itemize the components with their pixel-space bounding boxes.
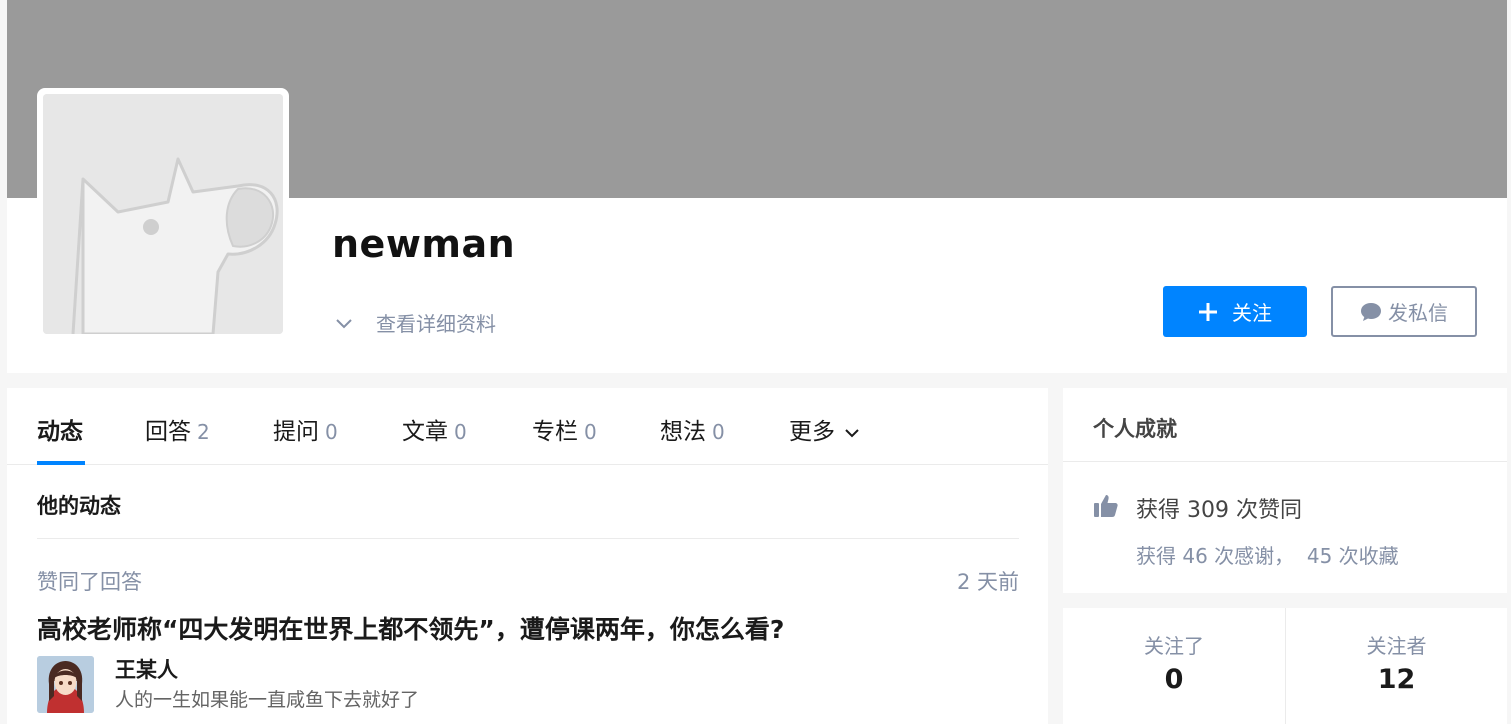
achievements-title: 个人成就 bbox=[1093, 417, 1177, 441]
question-title-link[interactable]: 高校老师称“四大发明在世界上都不领先”，遭停课两年，你怎么看? bbox=[37, 610, 784, 646]
chevron-down-icon bbox=[336, 318, 352, 328]
profile-tabs: 动态 回答 2 提问 0 文章 0 专栏 0 想法 0 更多 bbox=[7, 388, 1048, 465]
follow-button-label: 关注 bbox=[1232, 301, 1272, 325]
tab-label: 文章 bbox=[402, 419, 448, 445]
followers-label: 关注者 bbox=[1366, 634, 1427, 658]
send-message-button[interactable]: 发私信 bbox=[1331, 286, 1477, 337]
tab-count: 0 bbox=[325, 420, 338, 444]
view-details-link[interactable]: 查看详细资料 bbox=[334, 308, 496, 337]
tab-label: 提问 bbox=[273, 419, 319, 445]
default-avatar-image bbox=[43, 94, 283, 334]
achievements-panel: 个人成就 获得 309 次赞同 获得 46 次感谢， 45 次收藏 bbox=[1063, 388, 1507, 593]
followers-stat[interactable]: 关注者 12 bbox=[1285, 608, 1507, 724]
following-label: 关注了 bbox=[1144, 634, 1204, 658]
tab-activity[interactable]: 动态 bbox=[37, 412, 83, 446]
profile-username: newman bbox=[332, 222, 516, 266]
anime-avatar-icon bbox=[37, 656, 94, 713]
tab-answers[interactable]: 回答 2 bbox=[145, 412, 210, 446]
feed-panel: 动态 回答 2 提问 0 文章 0 专栏 0 想法 0 更多 他的动态 赞同了回答 2 天… bbox=[7, 388, 1048, 724]
active-tab-indicator bbox=[37, 461, 85, 465]
thumbs-up-icon bbox=[1094, 495, 1118, 517]
divider bbox=[1063, 461, 1507, 462]
tab-questions[interactable]: 提问 0 bbox=[273, 412, 338, 446]
tab-count: 0 bbox=[454, 420, 467, 444]
follow-stats-panel: 关注了 0 关注者 12 bbox=[1063, 608, 1507, 724]
tab-articles[interactable]: 文章 0 bbox=[402, 412, 467, 446]
activity-type: 赞同了回答 bbox=[37, 570, 142, 594]
divider bbox=[37, 538, 1019, 539]
thanks-and-favorites: 获得 46 次感谢， 45 次收藏 bbox=[1136, 544, 1399, 568]
tab-more[interactable]: 更多 bbox=[789, 412, 860, 446]
following-count: 0 bbox=[1164, 664, 1184, 695]
tab-count: 0 bbox=[584, 420, 597, 444]
following-stat[interactable]: 关注了 0 bbox=[1063, 608, 1285, 724]
follow-button[interactable]: 关注 bbox=[1163, 286, 1307, 337]
feed-section-title: 他的动态 bbox=[37, 494, 121, 518]
tab-label: 回答 bbox=[145, 419, 191, 445]
plus-icon bbox=[1199, 302, 1217, 321]
tab-label: 专栏 bbox=[532, 419, 578, 445]
tab-pins[interactable]: 想法 0 bbox=[660, 412, 725, 446]
profile-header: newman 查看详细资料 关注 发私信 bbox=[7, 0, 1507, 373]
tab-count: 2 bbox=[197, 420, 210, 444]
tab-label: 更多 bbox=[789, 419, 835, 445]
author-name[interactable]: 王某人 bbox=[115, 654, 178, 684]
activity-time: 2 天前 bbox=[956, 570, 1019, 594]
chevron-down-icon bbox=[845, 428, 860, 437]
tab-label: 动态 bbox=[37, 419, 83, 445]
send-message-label: 发私信 bbox=[1388, 301, 1448, 325]
dog-illustration-icon bbox=[43, 94, 283, 334]
likes-received: 获得 309 次赞同 bbox=[1136, 498, 1302, 523]
profile-avatar[interactable] bbox=[37, 88, 289, 340]
tab-count: 0 bbox=[712, 420, 725, 444]
tab-columns[interactable]: 专栏 0 bbox=[532, 412, 597, 446]
author-bio: 人的一生如果能一直咸鱼下去就好了 bbox=[115, 689, 420, 711]
followers-count: 12 bbox=[1377, 664, 1416, 695]
view-details-label: 查看详细资料 bbox=[376, 312, 496, 336]
tab-label: 想法 bbox=[660, 419, 706, 445]
chat-bubble-icon bbox=[1361, 302, 1381, 321]
author-avatar[interactable] bbox=[37, 656, 94, 713]
